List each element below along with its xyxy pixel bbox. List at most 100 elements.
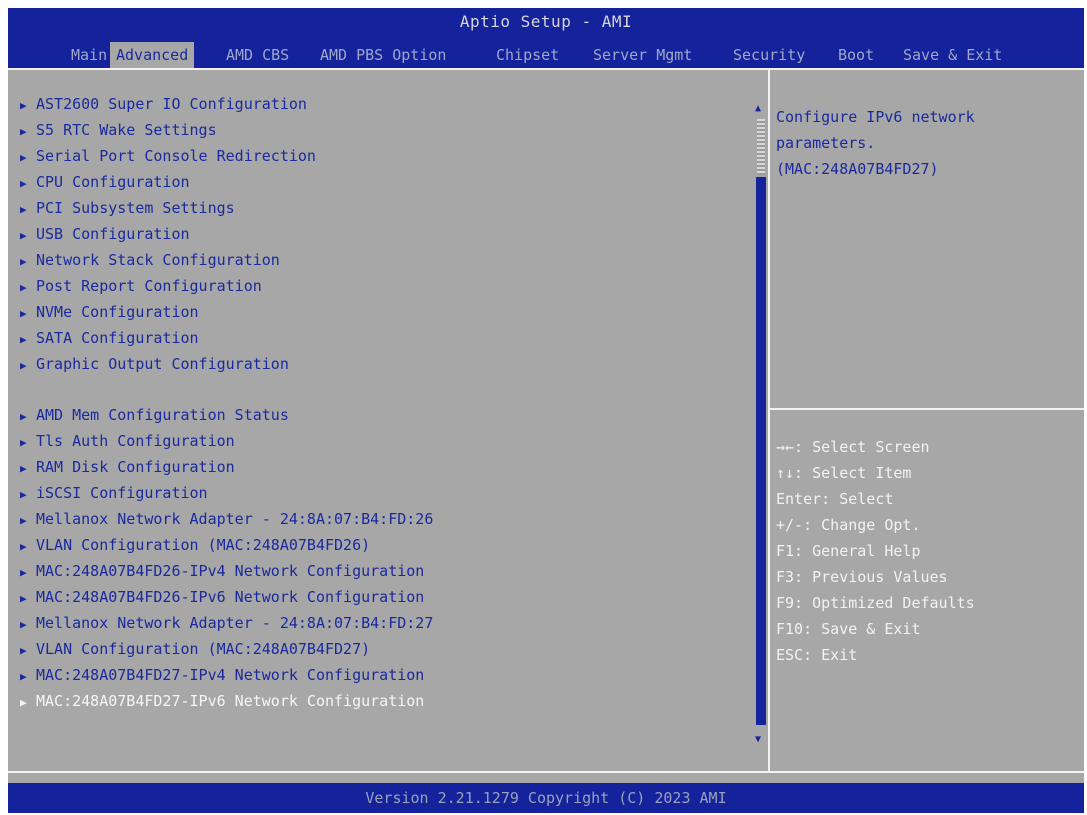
key-hint-f1: F1: General Help xyxy=(776,542,921,560)
menu-item-label: MAC:248A07B4FD26-IPv4 Network Configurat… xyxy=(36,562,425,580)
menu-arrow-icon: ▶ xyxy=(20,436,27,449)
menu-arrow-icon: ▶ xyxy=(20,359,27,372)
menu-arrow-icon: ▶ xyxy=(20,696,27,709)
menu-arrow-icon: ▶ xyxy=(20,333,27,346)
menu-item-ipv4-fd26[interactable]: ▶ MAC:248A07B4FD26-IPv4 Network Configura… xyxy=(20,560,424,582)
tab-amd-pbs-option[interactable]: AMD PBS Option xyxy=(315,45,451,65)
scroll-down-icon[interactable]: ▼ xyxy=(755,734,761,745)
menu-item-label: Network Stack Configuration xyxy=(36,251,280,269)
menu-item-vlan-fd26[interactable]: ▶ VLAN Configuration (MAC:248A07B4FD26) xyxy=(20,534,370,556)
menu-item-ast2600-super-io[interactable]: ▶ AST2600 Super IO Configuration xyxy=(20,93,307,115)
menu-item-label: NVMe Configuration xyxy=(36,303,199,321)
tab-chipset[interactable]: Chipset xyxy=(491,45,564,65)
menu-item-serial-console[interactable]: ▶ Serial Port Console Redirection xyxy=(20,145,316,167)
menu-item-mellanox-fd26[interactable]: ▶ Mellanox Network Adapter - 24:8A:07:B4:… xyxy=(20,508,433,530)
menu-arrow-icon: ▶ xyxy=(20,151,27,164)
menu-arrow-icon: ▶ xyxy=(20,618,27,631)
menu-item-label: VLAN Configuration (MAC:248A07B4FD26) xyxy=(36,536,371,554)
menu-arrow-icon: ▶ xyxy=(20,410,27,423)
menu-arrow-icon: ▶ xyxy=(20,488,27,501)
tab-security[interactable]: Security xyxy=(728,45,810,65)
menu-item-s5-rtc-wake[interactable]: ▶ S5 RTC Wake Settings xyxy=(20,119,217,141)
header-bar: Aptio Setup - AMI Main Advanced AMD CBS … xyxy=(8,8,1084,68)
menu-item-mellanox-fd27[interactable]: ▶ Mellanox Network Adapter - 24:8A:07:B4:… xyxy=(20,612,433,634)
menu-item-usb-config[interactable]: ▶ USB Configuration xyxy=(20,223,190,245)
scrollbar-track[interactable] xyxy=(757,119,765,175)
menu-arrow-icon: ▶ xyxy=(20,281,27,294)
menu-arrow-icon: ▶ xyxy=(20,644,27,657)
menu-item-iscsi[interactable]: ▶ iSCSI Configuration xyxy=(20,482,208,504)
menu-item-ipv6-fd27[interactable]: ▶ MAC:248A07B4FD27-IPv6 Network Configura… xyxy=(20,690,424,712)
footer-bar: Version 2.21.1279 Copyright (C) 2023 AMI xyxy=(8,783,1084,813)
menu-item-label: PCI Subsystem Settings xyxy=(36,199,235,217)
menu-item-label: SATA Configuration xyxy=(36,329,199,347)
menu-arrow-icon: ▶ xyxy=(20,203,27,216)
menu-item-label: Tls Auth Configuration xyxy=(36,432,235,450)
menu-arrow-icon: ▶ xyxy=(20,99,27,112)
menu-arrow-icon: ▶ xyxy=(20,462,27,475)
menu-item-label: AMD Mem Configuration Status xyxy=(36,406,289,424)
menu-item-post-report[interactable]: ▶ Post Report Configuration xyxy=(20,275,262,297)
tab-server-mgmt[interactable]: Server Mgmt xyxy=(588,45,697,65)
menu-item-network-stack[interactable]: ▶ Network Stack Configuration xyxy=(20,249,280,271)
menu-arrow-icon: ▶ xyxy=(20,566,27,579)
app-title: Aptio Setup - AMI xyxy=(459,12,633,31)
tab-advanced[interactable]: Advanced xyxy=(110,42,195,68)
menu-item-label: USB Configuration xyxy=(36,225,190,243)
scroll-up-icon[interactable]: ▲ xyxy=(755,103,761,114)
scrollbar[interactable]: ▲ ▼ xyxy=(754,103,768,745)
menu-item-label: Serial Port Console Redirection xyxy=(36,147,316,165)
menu-item-label: RAM Disk Configuration xyxy=(36,458,235,476)
menu-item-label: MAC:248A07B4FD27-IPv6 Network Configurat… xyxy=(36,692,425,710)
menu-item-tls-auth[interactable]: ▶ Tls Auth Configuration xyxy=(20,430,235,452)
menu-item-vlan-fd27[interactable]: ▶ VLAN Configuration (MAC:248A07B4FD27) xyxy=(20,638,370,660)
menu-item-label: iSCSI Configuration xyxy=(36,484,208,502)
menu-item-label: Mellanox Network Adapter - 24:8A:07:B4:F… xyxy=(36,510,434,528)
menu-item-pci-subsystem[interactable]: ▶ PCI Subsystem Settings xyxy=(20,197,235,219)
menu-item-label: S5 RTC Wake Settings xyxy=(36,121,217,139)
menu-item-ipv6-fd26[interactable]: ▶ MAC:248A07B4FD26-IPv6 Network Configura… xyxy=(20,586,424,608)
menu-arrow-icon: ▶ xyxy=(20,255,27,268)
bios-screen: Aptio Setup - AMI Main Advanced AMD CBS … xyxy=(8,8,1084,813)
menu-arrow-icon: ▶ xyxy=(20,125,27,138)
menu-item-ipv4-fd27[interactable]: ▶ MAC:248A07B4FD27-IPv4 Network Configura… xyxy=(20,664,424,686)
menu-item-cpu-config[interactable]: ▶ CPU Configuration xyxy=(20,171,190,193)
menu-item-ram-disk[interactable]: ▶ RAM Disk Configuration xyxy=(20,456,235,478)
footer-divider xyxy=(8,771,1084,773)
menu-arrow-icon: ▶ xyxy=(20,307,27,320)
key-hint-esc: ESC: Exit xyxy=(776,646,858,664)
scrollbar-thumb[interactable] xyxy=(756,177,766,725)
menu-arrow-icon: ▶ xyxy=(20,670,27,683)
menu-arrow-icon: ▶ xyxy=(20,592,27,605)
menu-item-amd-mem-status[interactable]: ▶ AMD Mem Configuration Status xyxy=(20,404,289,426)
key-hint-enter: Enter: Select xyxy=(776,490,894,508)
menu-item-label: MAC:248A07B4FD26-IPv6 Network Configurat… xyxy=(36,588,425,606)
key-hint-f3: F3: Previous Values xyxy=(776,568,948,586)
help-divider xyxy=(770,408,1084,410)
key-hint-change-opt: +/-: Change Opt. xyxy=(776,516,921,534)
menu-arrow-icon: ▶ xyxy=(20,540,27,553)
menu-arrow-icon: ▶ xyxy=(20,177,27,190)
menu-item-label: CPU Configuration xyxy=(36,173,190,191)
tab-amd-cbs[interactable]: AMD CBS xyxy=(221,45,294,65)
menu-item-label: MAC:248A07B4FD27-IPv4 Network Configurat… xyxy=(36,666,425,684)
tab-main[interactable]: Main xyxy=(66,45,112,65)
menu-item-label: Mellanox Network Adapter - 24:8A:07:B4:F… xyxy=(36,614,434,632)
menu-item-label: Post Report Configuration xyxy=(36,277,262,295)
key-hint-select-screen: →←: Select Screen xyxy=(776,438,930,456)
menu-item-graphic-output[interactable]: ▶ Graphic Output Configuration xyxy=(20,353,289,375)
version-text: Version 2.21.1279 Copyright (C) 2023 AMI xyxy=(365,789,727,807)
menu-item-label: Graphic Output Configuration xyxy=(36,355,289,373)
tab-bar: Main Advanced AMD CBS AMD PBS Option Chi… xyxy=(8,42,1084,68)
help-panel: Configure IPv6 network parameters. (MAC:… xyxy=(770,68,1084,771)
menu-item-label: VLAN Configuration (MAC:248A07B4FD27) xyxy=(36,640,371,658)
key-hint-select-item: ↑↓: Select Item xyxy=(776,464,912,482)
key-hint-f10: F10: Save & Exit xyxy=(776,620,921,638)
menu-arrow-icon: ▶ xyxy=(20,514,27,527)
menu-item-sata-config[interactable]: ▶ SATA Configuration xyxy=(20,327,199,349)
tab-boot[interactable]: Boot xyxy=(833,45,879,65)
menu-arrow-icon: ▶ xyxy=(20,229,27,242)
tab-save-exit[interactable]: Save & Exit xyxy=(898,45,1007,65)
menu-item-label: AST2600 Super IO Configuration xyxy=(36,95,307,113)
menu-item-nvme-config[interactable]: ▶ NVMe Configuration xyxy=(20,301,199,323)
